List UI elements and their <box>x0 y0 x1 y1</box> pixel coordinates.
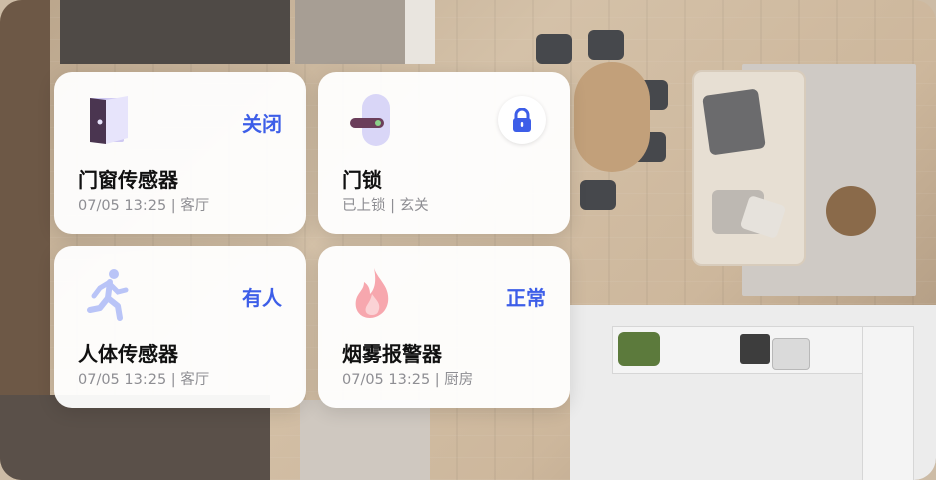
timestamp: 07/05 13:25 <box>78 198 167 214</box>
floorplan-sink <box>772 338 810 370</box>
floorplan-bedroom-2 <box>300 400 430 480</box>
lock-state: 已上锁 <box>342 198 386 214</box>
location: 客厅 <box>180 372 210 388</box>
status-label: 有人 <box>242 286 282 310</box>
smart-lock-icon <box>344 92 400 148</box>
floorplan-side-table <box>826 186 876 236</box>
meta-separator: | <box>170 198 176 214</box>
device-meta: 07/05 13:25 | 客厅 <box>78 368 209 389</box>
door-window-sensor-card[interactable]: 关闭 门窗传感器 07/05 13:25 | 客厅 <box>54 72 306 234</box>
padlock-icon <box>513 108 531 132</box>
location: 厨房 <box>444 372 474 388</box>
floorplan-chair <box>588 30 624 60</box>
meta-separator: | <box>170 372 176 388</box>
floorplan-plant <box>618 332 660 366</box>
floorplan-counter <box>862 326 914 480</box>
device-name: 人体传感器 <box>78 342 178 366</box>
floorplan-room <box>295 0 415 64</box>
location: 玄关 <box>399 198 429 214</box>
meta-separator: | <box>434 372 440 388</box>
running-person-icon <box>80 266 136 322</box>
motion-sensor-card[interactable]: 有人 人体传感器 07/05 13:25 | 客厅 <box>54 246 306 408</box>
status-label: 关闭 <box>242 112 282 136</box>
floorplan-dining-table <box>574 62 650 172</box>
meta-separator: | <box>390 198 395 214</box>
floor-plan-background: 关闭 门窗传感器 07/05 13:25 | 客厅 门锁 已上锁 | 玄关 有人… <box>0 0 936 480</box>
door-icon <box>80 92 136 148</box>
device-meta: 已上锁 | 玄关 <box>342 194 429 215</box>
flame-icon <box>344 266 400 322</box>
device-name: 烟雾报警器 <box>342 342 442 366</box>
door-lock-card[interactable]: 门锁 已上锁 | 玄关 <box>318 72 570 234</box>
device-name: 门窗传感器 <box>78 168 178 192</box>
floorplan-chair <box>536 34 572 64</box>
floorplan-chair <box>580 180 616 210</box>
floorplan-cushion <box>702 88 766 156</box>
status-label: 正常 <box>506 286 546 310</box>
location: 客厅 <box>180 198 210 214</box>
padlock-button[interactable] <box>498 96 546 144</box>
device-name: 门锁 <box>342 168 382 192</box>
device-meta: 07/05 13:25 | 客厅 <box>78 194 209 215</box>
timestamp: 07/05 13:25 <box>342 372 431 388</box>
timestamp: 07/05 13:25 <box>78 372 167 388</box>
floorplan-stove <box>740 334 770 364</box>
smoke-alarm-card[interactable]: 正常 烟雾报警器 07/05 13:25 | 厨房 <box>318 246 570 408</box>
floorplan-bedroom <box>60 0 290 64</box>
floorplan-stair <box>405 0 435 64</box>
device-meta: 07/05 13:25 | 厨房 <box>342 368 473 389</box>
